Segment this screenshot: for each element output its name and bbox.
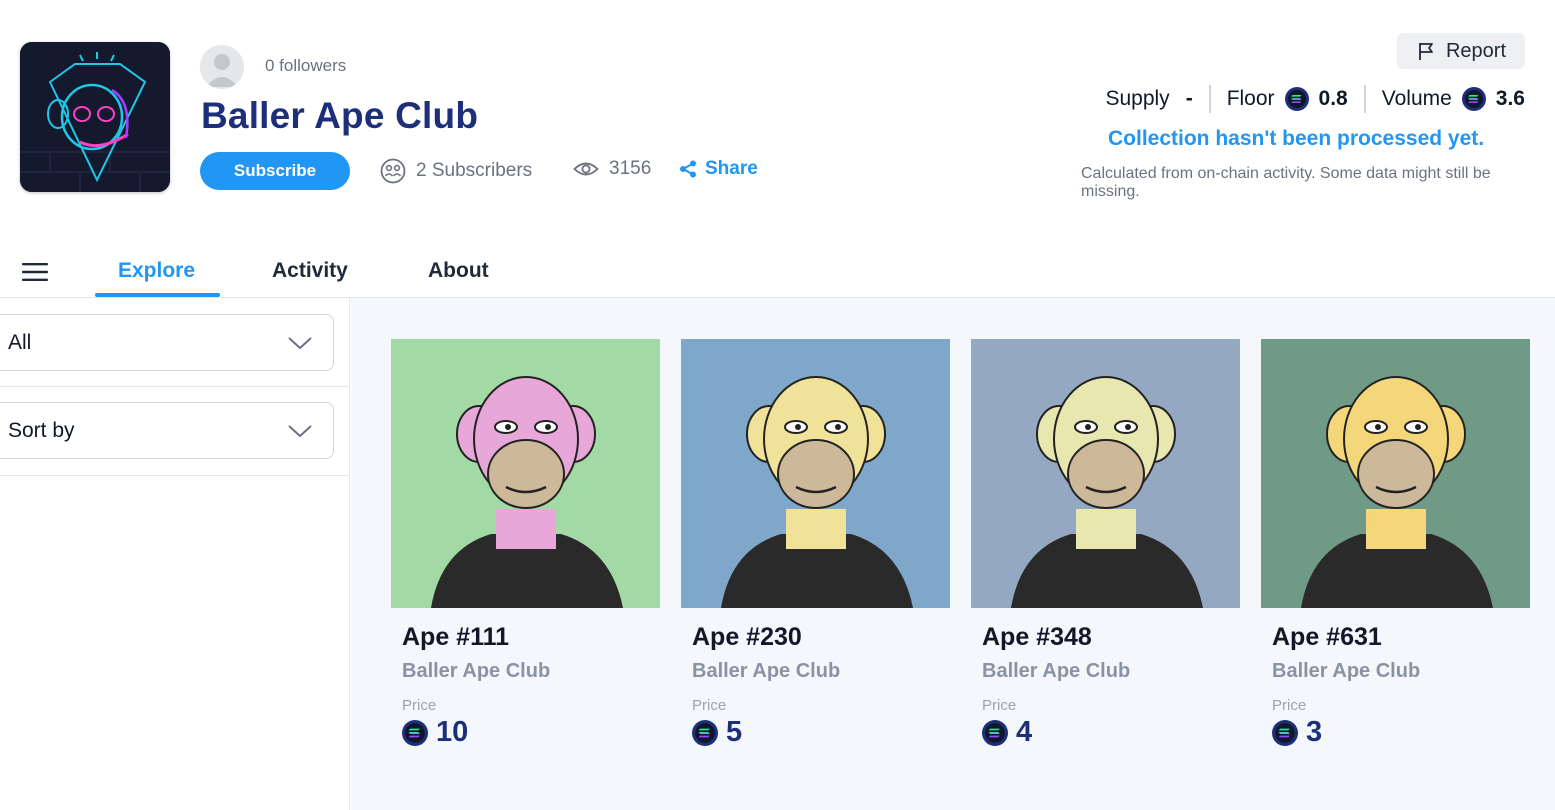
supply-label: Supply (1105, 87, 1170, 110)
nft-name[interactable]: Ape #631 (1272, 623, 1382, 652)
nft-name[interactable]: Ape #230 (692, 623, 802, 652)
supply-stat: Supply - (1105, 87, 1192, 111)
nft-name[interactable]: Ape #111 (402, 623, 509, 652)
floor-value: 0.8 (1318, 87, 1348, 110)
solana-token-icon (1272, 720, 1298, 746)
floor-stat: Floor 0.8 (1227, 87, 1348, 111)
tab-bar: Explore Activity About (0, 240, 1555, 298)
solana-token-icon (402, 720, 428, 746)
collection-header: 0 followers Baller Ape Club Subscribe 2 … (0, 0, 1555, 230)
chevron-down-icon (288, 336, 312, 349)
nft-image[interactable] (681, 339, 950, 608)
volume-stat: Volume 3.6 (1382, 87, 1525, 111)
category-select[interactable]: All (0, 314, 334, 371)
subscribe-button[interactable]: Subscribe (200, 152, 350, 190)
eye-icon (573, 162, 599, 176)
flag-icon (1419, 43, 1433, 60)
supply-value: - (1185, 87, 1193, 110)
price-value: 3 (1306, 716, 1323, 748)
nft-price: 3 (1272, 716, 1322, 749)
views-info: 3156 (573, 158, 651, 180)
collection-title: Baller Ape Club (201, 95, 479, 136)
stats-note: Calculated from on-chain activity. Some … (1081, 165, 1491, 200)
solana-token-icon (692, 720, 718, 746)
price-label: Price (982, 697, 1017, 714)
tab-activity[interactable]: Activity (272, 259, 348, 283)
nft-card[interactable]: Ape #111 Baller Ape Club Price 10 (391, 339, 660, 748)
sort-select[interactable]: Sort by (0, 402, 334, 459)
price-label: Price (1272, 697, 1307, 714)
nft-collection: Baller Ape Club (1272, 660, 1421, 682)
price-value: 4 (1016, 716, 1033, 748)
solana-token-icon (982, 720, 1008, 746)
nft-name[interactable]: Ape #348 (982, 623, 1092, 652)
processing-status: Collection hasn't been processed yet. (1108, 127, 1485, 150)
sort-select-placeholder: Sort by (8, 418, 75, 442)
nft-image[interactable] (971, 339, 1240, 608)
solana-token-icon (1285, 87, 1309, 111)
price-value: 5 (726, 716, 743, 748)
floor-label: Floor (1226, 87, 1275, 110)
filter-sidebar: All Sort by (0, 298, 350, 810)
report-label: Report (1445, 39, 1507, 62)
nft-collection: Baller Ape Club (692, 660, 841, 682)
tab-explore[interactable]: Explore (118, 259, 195, 283)
volume-value: 3.6 (1495, 87, 1525, 110)
subscribers-text: 2 Subscribers (416, 160, 533, 181)
category-select-value: All (8, 330, 32, 354)
divider (0, 475, 350, 476)
active-tab-indicator (95, 293, 220, 297)
owner-avatar[interactable] (200, 45, 244, 89)
stat-divider (1208, 85, 1211, 113)
price-label: Price (402, 697, 437, 714)
price-value: 10 (436, 716, 469, 748)
subscribers-info: 2 Subscribers (380, 158, 532, 184)
share-icon (680, 160, 696, 178)
price-label: Price (692, 697, 727, 714)
divider (0, 386, 350, 387)
nft-image[interactable] (1261, 339, 1530, 608)
collection-stats: Supply - Floor 0.8 Volume 3.6 (1105, 85, 1525, 113)
nft-grid: Ape #111 Baller Ape Club Price 10 Ape #2… (351, 298, 1555, 810)
nft-card[interactable]: Ape #230 Baller Ape Club Price 5 (681, 339, 950, 748)
report-button[interactable]: Report (1397, 33, 1525, 69)
hamburger-icon[interactable] (22, 262, 48, 282)
nft-collection: Baller Ape Club (982, 660, 1131, 682)
share-link[interactable]: Share (679, 158, 758, 180)
nft-price: 5 (692, 716, 742, 749)
volume-label: Volume (1381, 87, 1452, 110)
collection-logo (20, 42, 170, 192)
chevron-down-icon (288, 424, 312, 437)
nft-image[interactable] (391, 339, 660, 608)
nft-price: 10 (402, 716, 468, 749)
nft-card[interactable]: Ape #348 Baller Ape Club Price 4 (971, 339, 1240, 748)
views-count: 3156 (609, 158, 652, 179)
nft-card[interactable]: Ape #631 Baller Ape Club Price 3 (1261, 339, 1530, 748)
followers-count[interactable]: 0 followers (265, 56, 346, 76)
nft-collection: Baller Ape Club (402, 660, 551, 682)
share-label: Share (705, 158, 758, 179)
solana-token-icon (1462, 87, 1486, 111)
nft-price: 4 (982, 716, 1032, 749)
tab-about[interactable]: About (428, 259, 489, 283)
people-icon (380, 158, 406, 184)
stat-divider (1363, 85, 1366, 113)
